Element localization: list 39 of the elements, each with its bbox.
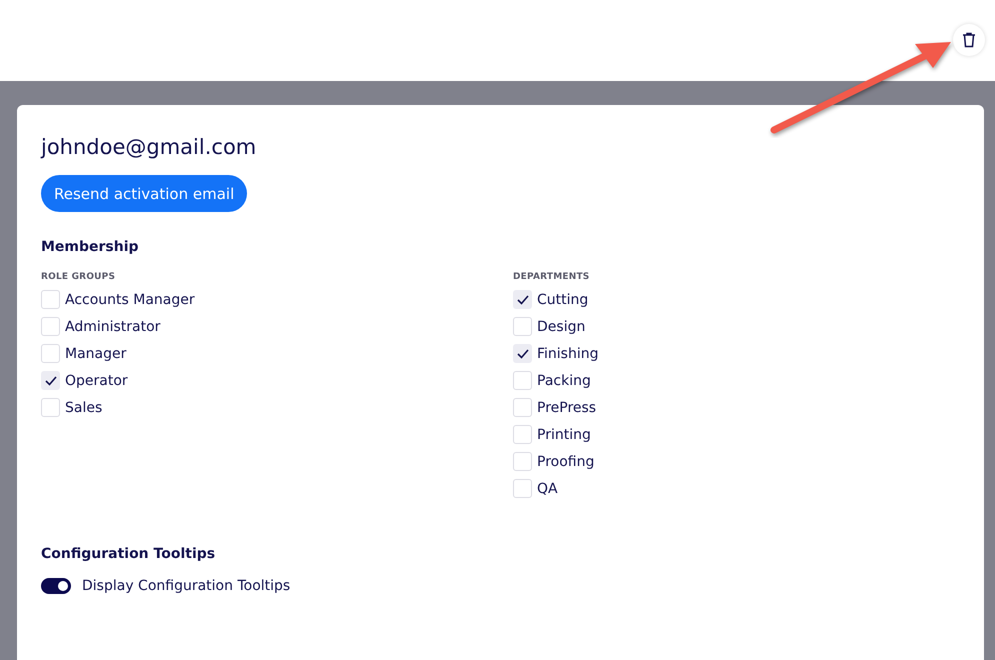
section-title: Configuration Tooltips [41,546,216,562]
checkbox[interactable] [41,317,60,336]
checkbox[interactable] [41,344,60,363]
checkbox-label: Finishing [537,346,599,362]
checkbox-label: Operator [65,372,128,388]
checkbox[interactable] [513,344,532,363]
checkbox[interactable] [513,317,532,336]
checkbox-label: Accounts Manager [65,292,195,308]
checkbox-label: Design [537,318,586,334]
checkbox-label: Manager [65,346,126,362]
group-heading: ROLE GROUPS [41,272,116,282]
checkbox[interactable] [513,371,532,390]
checkbox-label: PrePress [537,400,596,416]
checkbox[interactable] [513,398,532,417]
toggle-switch[interactable] [41,578,71,594]
check-icon [516,348,528,358]
check-icon [44,376,56,386]
check-icon [516,294,528,304]
checkbox-label: Sales [65,400,102,416]
checkbox[interactable] [513,425,532,444]
user-email: johndoe@gmail.com [41,134,258,161]
checkbox[interactable] [513,479,532,498]
toggle-label: Display Configuration Tooltips [82,578,290,594]
checkbox-label: Cutting [537,292,588,308]
delete-button[interactable] [953,24,985,56]
checkbox[interactable] [41,398,60,417]
resend-activation-button[interactable]: Resend activation email [41,175,248,212]
checkbox-label: QA [537,480,558,496]
group-heading: DEPARTMENTS [513,272,590,282]
checkbox-label: Printing [537,426,591,442]
checkbox[interactable] [41,371,60,390]
checkbox-label: Packing [537,372,591,388]
checkbox-label: Administrator [65,318,160,334]
checkbox[interactable] [513,290,532,309]
section-title: Membership [41,239,140,255]
trash-icon [962,32,976,48]
checkbox[interactable] [513,452,532,471]
checkbox[interactable] [41,290,60,309]
checkbox-label: Proofing [537,454,594,470]
